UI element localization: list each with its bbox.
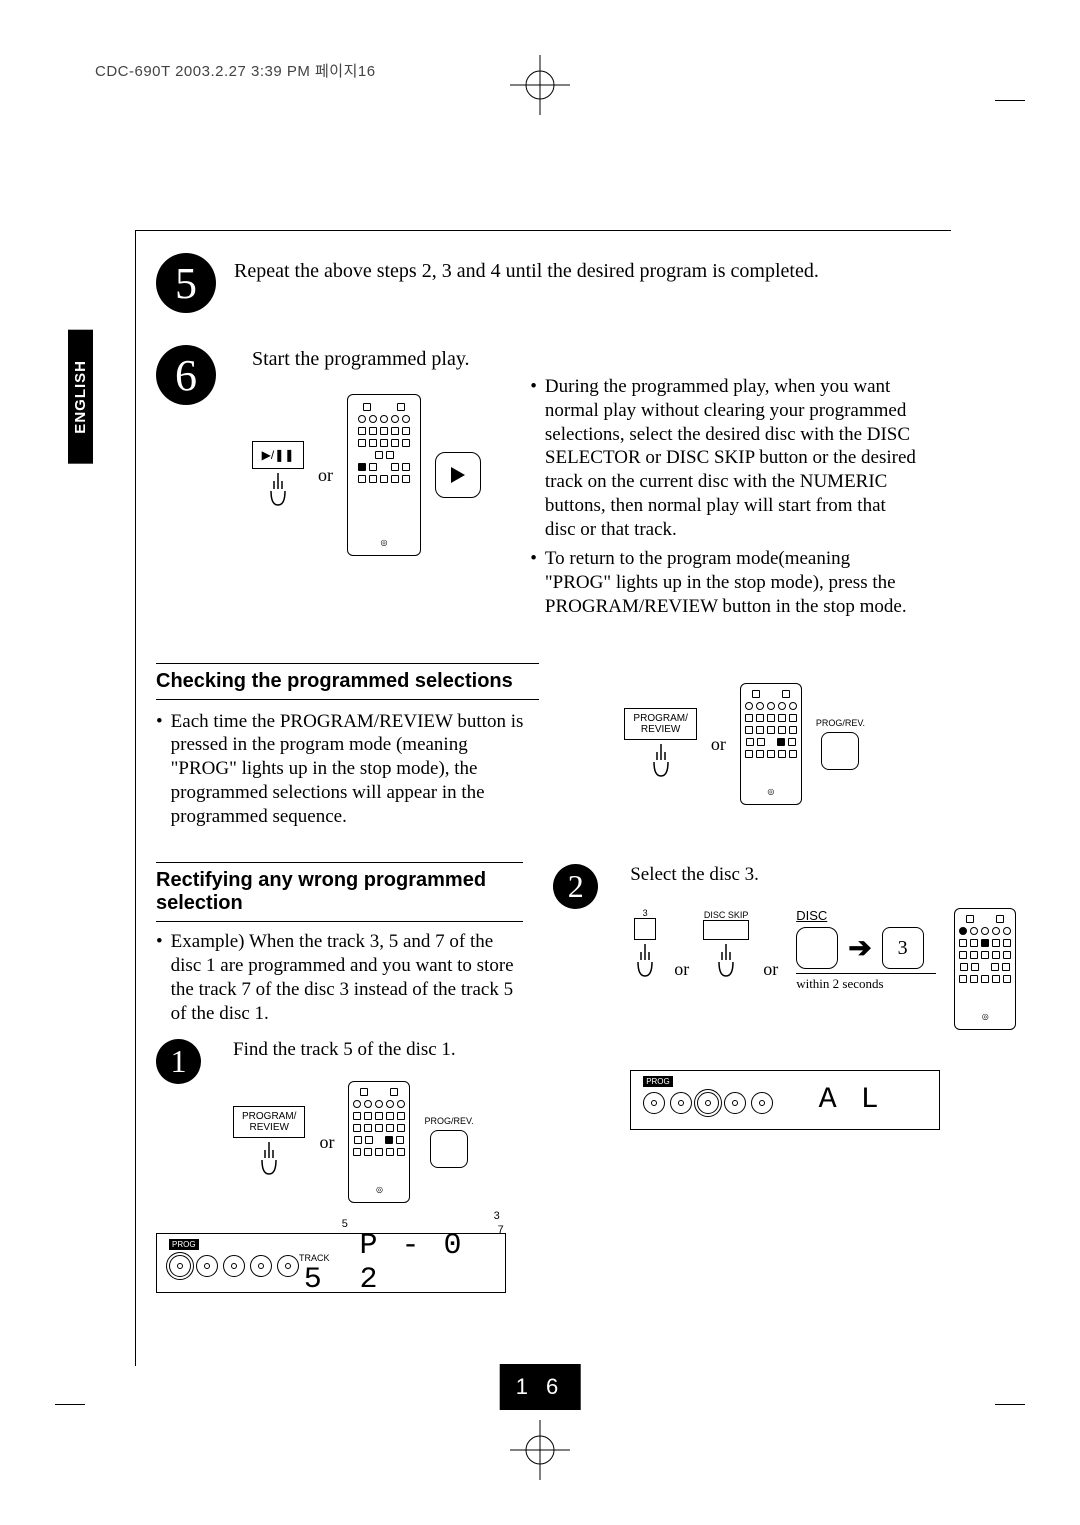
crop-mark-top bbox=[510, 55, 570, 115]
crop-tick bbox=[995, 100, 1025, 101]
step-5-badge: 5 bbox=[156, 253, 216, 313]
disc-label: DISC bbox=[796, 908, 827, 923]
rectify-step-2-badge: 2 bbox=[553, 864, 598, 909]
content-frame: 5 Repeat the above steps 2, 3 and 4 unti… bbox=[135, 230, 951, 1366]
disc-remote-round-button bbox=[796, 927, 838, 969]
disc-3-device-button bbox=[634, 918, 656, 940]
page-header: CDC-690T 2003.2.27 3:39 PM 페이지16 bbox=[95, 60, 376, 81]
remote-illustration: ◎ bbox=[740, 683, 802, 805]
disc-3-remote-button: 3 bbox=[882, 927, 924, 969]
play-remote-button bbox=[435, 452, 481, 498]
prog-rev-label: PROG/REV. bbox=[816, 718, 865, 728]
program-review-device-button: PROGRAM/ REVIEW bbox=[233, 1106, 305, 1138]
play-pause-device-button: ▶/❚❚ bbox=[252, 441, 304, 469]
crop-tick bbox=[995, 1404, 1025, 1405]
or-label: or bbox=[318, 465, 333, 486]
hand-icon bbox=[254, 1138, 284, 1178]
remote-illustration: ◎ bbox=[348, 1081, 410, 1203]
language-tab: ENGLISH bbox=[68, 330, 93, 464]
remote-illustration: ◎ bbox=[954, 908, 1016, 1030]
program-review-device-button: PROGRAM/ REVIEW bbox=[624, 708, 696, 740]
hand-icon bbox=[263, 469, 293, 509]
hand-icon bbox=[630, 940, 660, 980]
checking-bullet: Each time the PROGRAM/REVIEW button is p… bbox=[156, 710, 539, 829]
step-6-text: Start the programmed play. bbox=[252, 345, 500, 372]
hand-icon bbox=[711, 940, 741, 980]
rectify-step-2-text: Select the disc 3. bbox=[630, 864, 1016, 886]
brand-label: ◎ bbox=[955, 1009, 1015, 1023]
step-6-badge: 6 bbox=[156, 345, 216, 405]
or-label: or bbox=[319, 1132, 334, 1153]
step-6-bullet: To return to the program mode(meaning "P… bbox=[530, 547, 921, 618]
lcd-display-step2: PROG A L bbox=[630, 1070, 940, 1130]
arrow-right-icon: ➔ bbox=[848, 931, 871, 965]
checking-heading: Checking the programmed selections bbox=[156, 668, 539, 695]
prog-rev-label: PROG/REV. bbox=[424, 1116, 473, 1126]
within-label: within 2 seconds bbox=[796, 973, 936, 992]
rectifying-example: Example) When the track 3, 5 and 7 of th… bbox=[156, 930, 523, 1025]
brand-label: ◎ bbox=[349, 1182, 409, 1196]
crop-mark-bottom bbox=[510, 1420, 570, 1480]
rectify-step-1-text: Find the track 5 of the disc 1. bbox=[233, 1039, 523, 1061]
crop-tick bbox=[55, 1404, 85, 1405]
rectify-step-1-badge: 1 bbox=[156, 1039, 201, 1084]
lcd-display-step1: PROG TRACK 5 P - 0 2 5 bbox=[156, 1233, 506, 1293]
or-label: or bbox=[674, 959, 689, 980]
hand-icon bbox=[646, 740, 676, 780]
brand-label: ◎ bbox=[348, 535, 420, 549]
prog-rev-remote-button bbox=[430, 1130, 468, 1168]
remote-illustration: ◎ bbox=[347, 394, 421, 556]
page-number: 1 6 bbox=[500, 1364, 581, 1410]
step-6-bullet: During the programmed play, when you wan… bbox=[530, 375, 921, 541]
or-label: or bbox=[763, 959, 778, 980]
disc-skip-device-button bbox=[703, 920, 749, 940]
prog-rev-remote-button bbox=[821, 732, 859, 770]
brand-label: ◎ bbox=[741, 784, 801, 798]
step-5-text: Repeat the above steps 2, 3 and 4 until … bbox=[234, 253, 921, 284]
or-label: or bbox=[711, 734, 726, 755]
rectifying-heading: Rectifying any wrong programmed selectio… bbox=[156, 867, 523, 917]
